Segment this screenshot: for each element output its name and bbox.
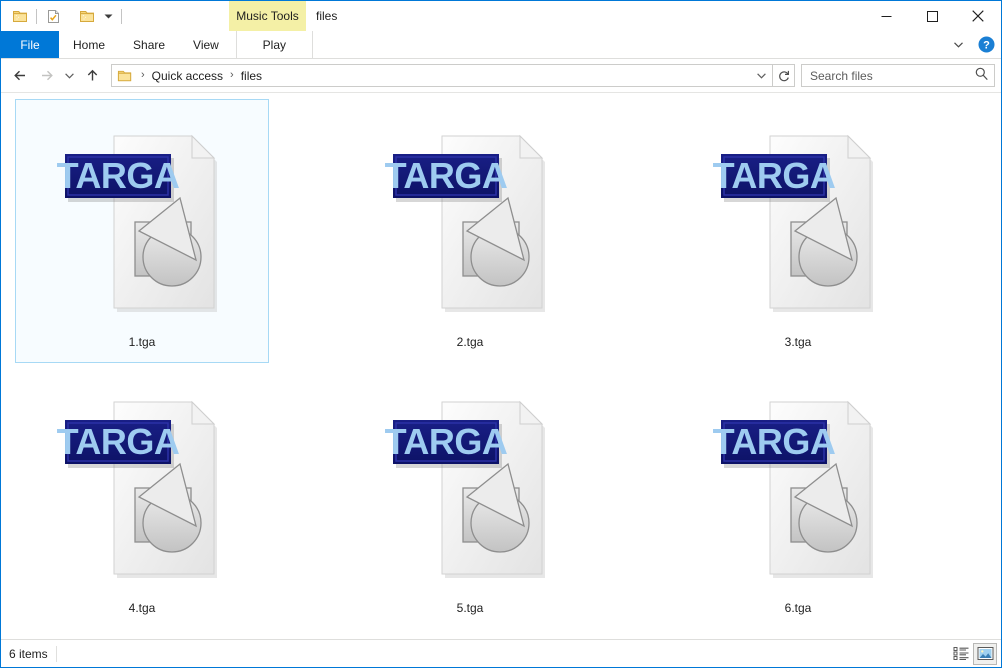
list-item-label: 2.tga xyxy=(456,335,484,349)
list-item[interactable]: TARGA 2.tga xyxy=(343,99,597,363)
status-bar: 6 items xyxy=(1,639,1001,667)
ribbon-tab-strip: File Home Share View Play ? xyxy=(1,31,1001,59)
contextual-tab-header: Music Tools xyxy=(229,1,306,31)
list-item-label: 3.tga xyxy=(784,335,812,349)
list-item[interactable]: TARGA 4.tga xyxy=(15,365,269,629)
toolbar-separator xyxy=(36,8,37,24)
title-bar: Music Tools files xyxy=(1,1,1001,31)
address-dropdown-chevron-down-icon[interactable] xyxy=(751,65,772,86)
breadcrumb-separator[interactable]: › xyxy=(137,70,149,81)
minimize-icon[interactable] xyxy=(863,1,909,31)
list-item[interactable]: TARGA 5.tga xyxy=(343,365,597,629)
svg-text:TARGA: TARGA xyxy=(713,155,836,196)
targa-file-icon: TARGA xyxy=(52,114,232,326)
file-list-view[interactable]: TARGA 1.tga TARGA 2.tga TARGA 3.tga TARG… xyxy=(1,92,1001,639)
chevron-down-icon[interactable] xyxy=(99,4,117,28)
window-controls xyxy=(863,1,1001,31)
up-arrow-icon[interactable] xyxy=(79,63,105,89)
recent-locations-chevron-down-icon[interactable] xyxy=(59,63,79,89)
refresh-icon[interactable] xyxy=(773,65,794,86)
tab-view[interactable]: View xyxy=(179,31,233,58)
svg-text:TARGA: TARGA xyxy=(713,421,836,462)
tab-share[interactable]: Share xyxy=(119,31,179,58)
list-item-label: 4.tga xyxy=(128,601,156,615)
new-folder-icon[interactable] xyxy=(75,4,99,28)
list-item[interactable]: TARGA 3.tga xyxy=(671,99,925,363)
targa-file-icon: TARGA xyxy=(380,380,560,592)
item-count: 6 items xyxy=(9,645,57,662)
ribbon-right-controls: ? xyxy=(947,31,997,58)
list-item[interactable]: TARGA 6.tga xyxy=(671,365,925,629)
targa-file-icon: TARGA xyxy=(380,114,560,326)
search-icon[interactable] xyxy=(974,66,989,86)
list-item[interactable]: TARGA 1.tga xyxy=(15,99,269,363)
details-view-icon[interactable] xyxy=(949,643,973,665)
forward-arrow-icon xyxy=(33,63,59,89)
breadcrumb-bar[interactable]: › Quick access › files xyxy=(111,64,795,87)
help-icon[interactable]: ? xyxy=(975,34,997,56)
toolbar-gap xyxy=(69,9,71,24)
large-icons-view-icon[interactable] xyxy=(973,642,997,665)
svg-text:TARGA: TARGA xyxy=(385,421,508,462)
list-item-label: 5.tga xyxy=(456,601,484,615)
folder-icon xyxy=(117,68,133,84)
breadcrumb-separator-2[interactable]: › xyxy=(226,70,238,81)
address-bar: › Quick access › files Search files xyxy=(1,59,1001,92)
svg-text:TARGA: TARGA xyxy=(385,155,508,196)
svg-text:TARGA: TARGA xyxy=(57,421,180,462)
properties-document-icon[interactable] xyxy=(41,4,65,28)
maximize-icon[interactable] xyxy=(909,1,955,31)
breadcrumb-files[interactable]: files xyxy=(238,69,265,83)
breadcrumb-quick-access[interactable]: Quick access xyxy=(149,69,226,83)
list-item-label: 6.tga xyxy=(784,601,812,615)
window-title: files xyxy=(316,9,338,23)
file-explorer-window: Music Tools files File Home Share View P… xyxy=(0,0,1002,668)
tab-play[interactable]: Play xyxy=(235,31,313,58)
svg-text:TARGA: TARGA xyxy=(57,155,180,196)
tab-file[interactable]: File xyxy=(1,31,59,58)
list-item-label: 1.tga xyxy=(128,335,156,349)
targa-file-icon: TARGA xyxy=(708,114,888,326)
icon-grid: TARGA 1.tga TARGA 2.tga TARGA 3.tga TARG… xyxy=(15,99,1001,639)
chevron-down-icon[interactable] xyxy=(947,34,969,56)
search-box[interactable]: Search files xyxy=(801,64,995,87)
targa-file-icon: TARGA xyxy=(52,380,232,592)
search-input[interactable]: Search files xyxy=(807,69,974,83)
toolbar-separator-2 xyxy=(121,8,122,24)
back-arrow-icon[interactable] xyxy=(7,63,33,89)
close-icon[interactable] xyxy=(955,1,1001,31)
targa-file-icon: TARGA xyxy=(708,380,888,592)
tab-home[interactable]: Home xyxy=(59,31,119,58)
svg-text:?: ? xyxy=(983,40,990,52)
folder-icon[interactable] xyxy=(8,4,32,28)
quick-access-toolbar xyxy=(1,1,126,31)
